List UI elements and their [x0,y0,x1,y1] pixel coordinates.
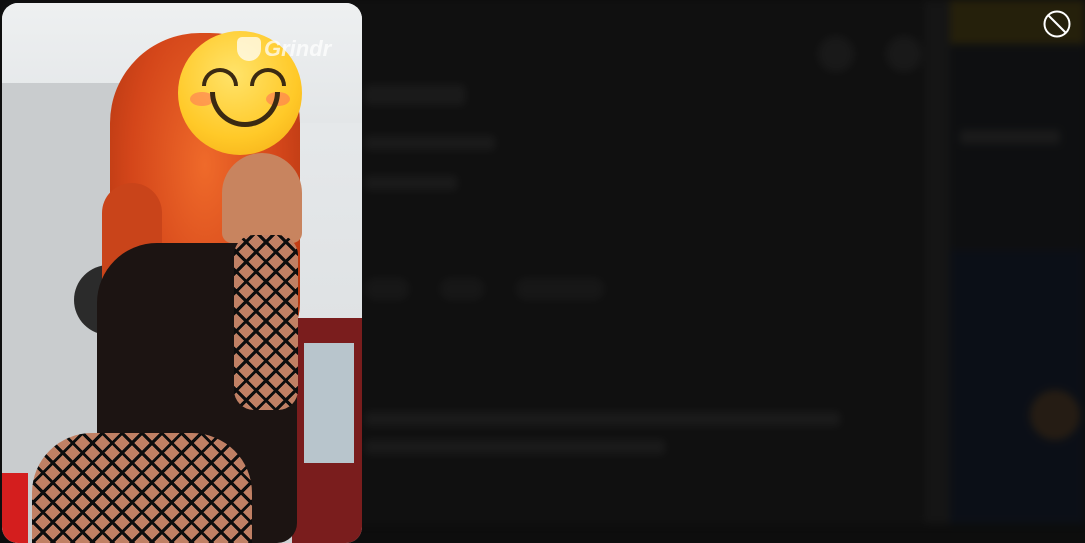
watermark-text: Grindr [264,36,332,61]
background-text-line [365,412,840,426]
photo-fishnet-legs [32,433,252,543]
photo-red-object [2,473,28,543]
grindr-watermark: Grindr [237,36,331,62]
block-button[interactable] [1041,8,1073,40]
background-chip [365,278,409,300]
background-action-icon [818,36,854,72]
photo-shoulder [222,153,302,243]
grindr-logo-icon [237,37,261,61]
background-text-line [365,440,665,454]
background-chip [516,278,604,300]
background-chip [440,278,484,300]
background-text-line [365,136,495,150]
background-thumbnail [1030,390,1080,440]
background-blue-panel [950,250,1085,524]
background-text-line [960,130,1060,144]
background-action-icon [886,36,922,72]
photo-fishnet-sleeve [234,235,298,410]
prohibited-icon [1043,10,1071,38]
background-text-line [365,85,465,105]
background-text-line [365,176,457,190]
photo-furniture-panel [304,343,354,463]
background-divider [925,0,950,524]
